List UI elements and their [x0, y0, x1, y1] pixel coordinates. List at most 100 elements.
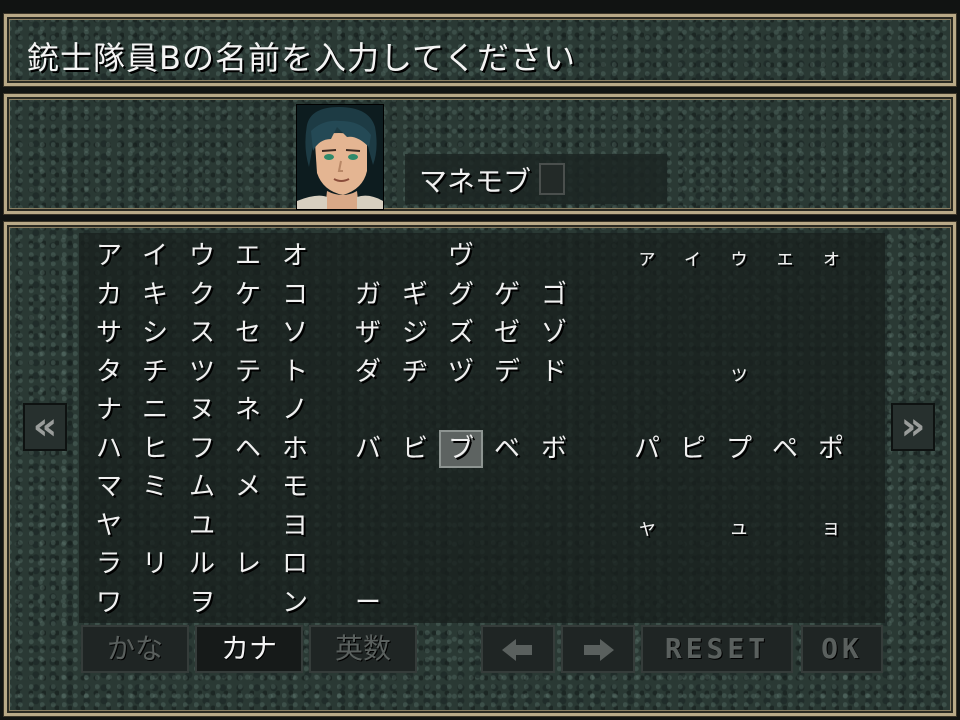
- name-input-value: マネモブ: [419, 165, 532, 198]
- kana-key[interactable]: ユ: [180, 507, 224, 545]
- kana-key[interactable]: ゴ: [532, 276, 576, 314]
- kana-key[interactable]: ヨ: [273, 507, 317, 545]
- kana-key[interactable]: ベ: [485, 430, 529, 468]
- kana-key[interactable]: イ: [133, 237, 177, 275]
- kana-key[interactable]: ヌ: [180, 391, 224, 429]
- kana-key[interactable]: ウ: [180, 237, 224, 275]
- kana-key[interactable]: ワ: [87, 584, 131, 622]
- kana-key[interactable]: ケ: [226, 276, 270, 314]
- cursor-left-button[interactable]: [481, 625, 555, 673]
- kana-key[interactable]: ツ: [180, 353, 224, 391]
- reset-button[interactable]: RESET: [641, 625, 793, 673]
- kana-key[interactable]: レ: [226, 545, 270, 583]
- kana-key[interactable]: ヲ: [180, 584, 224, 622]
- kana-key[interactable]: ス: [180, 314, 224, 352]
- kana-key[interactable]: ズ: [439, 314, 483, 352]
- kana-key[interactable]: プ: [717, 430, 761, 468]
- kana-key[interactable]: メ: [226, 468, 270, 506]
- kana-key[interactable]: ネ: [226, 391, 270, 429]
- kana-key[interactable]: ホ: [273, 430, 317, 468]
- character-portrait: [296, 104, 384, 210]
- kana-key[interactable]: モ: [273, 468, 317, 506]
- kana-key[interactable]: ノ: [273, 391, 317, 429]
- kana-key[interactable]: ペ: [763, 430, 807, 468]
- kana-key[interactable]: シ: [133, 314, 177, 352]
- kana-key[interactable]: ア: [87, 237, 131, 275]
- kana-key[interactable]: ヘ: [226, 430, 270, 468]
- kana-key[interactable]: フ: [180, 430, 224, 468]
- kana-key[interactable]: ブ: [439, 429, 483, 468]
- name-input-box[interactable]: マネモブ: [405, 154, 667, 204]
- character-grid: アイウエオ ヴ ァィゥェォカキクケコガギグゲゴサシスセソザジズゼゾタチツテトダヂヅデ…: [79, 233, 885, 623]
- kana-key[interactable]: ヒ: [133, 430, 177, 468]
- kana-key[interactable]: パ: [625, 430, 669, 468]
- kana-key[interactable]: ー: [346, 584, 390, 622]
- kana-key[interactable]: ボ: [532, 430, 576, 468]
- kana-key[interactable]: ョ: [809, 507, 853, 545]
- kana-key[interactable]: ゲ: [485, 276, 529, 314]
- kana-key[interactable]: ビ: [393, 430, 437, 468]
- kana-key[interactable]: チ: [133, 353, 177, 391]
- kana-key[interactable]: キ: [133, 276, 177, 314]
- kana-key[interactable]: ヅ: [439, 353, 483, 391]
- kana-key[interactable]: ニ: [133, 391, 177, 429]
- katakana-mode-button[interactable]: カナ: [195, 625, 303, 673]
- kana-key[interactable]: ハ: [87, 430, 131, 468]
- next-page-button[interactable]: »: [891, 403, 935, 451]
- arrow-right-icon: [584, 639, 614, 661]
- kana-key[interactable]: オ: [273, 237, 317, 275]
- kana-key[interactable]: ナ: [87, 391, 131, 429]
- name-input-cursor: [539, 163, 565, 195]
- kana-key[interactable]: ァ: [625, 237, 669, 275]
- prev-page-button[interactable]: «: [23, 403, 67, 451]
- kana-key[interactable]: ク: [180, 276, 224, 314]
- kana-key[interactable]: ド: [532, 353, 576, 391]
- cursor-right-button[interactable]: [561, 625, 635, 673]
- kana-key[interactable]: ン: [273, 584, 317, 622]
- kana-key[interactable]: ェ: [763, 237, 807, 275]
- kana-key[interactable]: セ: [226, 314, 270, 352]
- kana-key[interactable]: コ: [273, 276, 317, 314]
- kana-key[interactable]: ヂ: [393, 353, 437, 391]
- kana-key[interactable]: ダ: [346, 353, 390, 391]
- kana-key[interactable]: ュ: [717, 507, 761, 545]
- kana-key[interactable]: ム: [180, 468, 224, 506]
- kana-key[interactable]: バ: [346, 430, 390, 468]
- kana-key[interactable]: ラ: [87, 545, 131, 583]
- kana-key[interactable]: ミ: [133, 468, 177, 506]
- kana-key[interactable]: ト: [273, 353, 317, 391]
- character-grid-panel: « » アイウエオ ヴ ァィゥェォカキクケコガギグゲゴサシスセソザジズゼゾタチツテト…: [3, 221, 957, 717]
- kana-key[interactable]: ャ: [625, 507, 669, 545]
- kana-key[interactable]: ッ: [717, 353, 761, 391]
- kana-key[interactable]: グ: [439, 276, 483, 314]
- kana-key[interactable]: カ: [87, 276, 131, 314]
- kana-key[interactable]: ソ: [273, 314, 317, 352]
- kana-key[interactable]: リ: [133, 545, 177, 583]
- kana-key[interactable]: ポ: [809, 430, 853, 468]
- ok-button[interactable]: OK: [801, 625, 883, 673]
- prompt-title: 銃士隊員Bの名前を入力してください: [27, 39, 577, 77]
- kana-key[interactable]: ゼ: [485, 314, 529, 352]
- kana-key[interactable]: ヴ: [439, 237, 483, 275]
- kana-key[interactable]: ガ: [346, 276, 390, 314]
- alnum-mode-button[interactable]: 英数: [309, 625, 417, 673]
- kana-key[interactable]: テ: [226, 353, 270, 391]
- kana-key[interactable]: マ: [87, 468, 131, 506]
- kana-key[interactable]: ザ: [346, 314, 390, 352]
- prompt-panel: 銃士隊員Bの名前を入力してください: [3, 13, 957, 87]
- kana-key[interactable]: サ: [87, 314, 131, 352]
- kana-key[interactable]: ィ: [671, 237, 715, 275]
- kana-key[interactable]: ル: [180, 545, 224, 583]
- kana-key[interactable]: タ: [87, 353, 131, 391]
- kana-key[interactable]: ヤ: [87, 507, 131, 545]
- kana-key[interactable]: ゥ: [717, 237, 761, 275]
- kana-key[interactable]: ォ: [809, 237, 853, 275]
- kana-key[interactable]: ゾ: [532, 314, 576, 352]
- kana-key[interactable]: エ: [226, 237, 270, 275]
- kana-key[interactable]: デ: [485, 353, 529, 391]
- kana-key[interactable]: ロ: [273, 545, 317, 583]
- kana-key[interactable]: ギ: [393, 276, 437, 314]
- hiragana-mode-button[interactable]: かな: [81, 625, 189, 673]
- kana-key[interactable]: ジ: [393, 314, 437, 352]
- kana-key[interactable]: ピ: [671, 430, 715, 468]
